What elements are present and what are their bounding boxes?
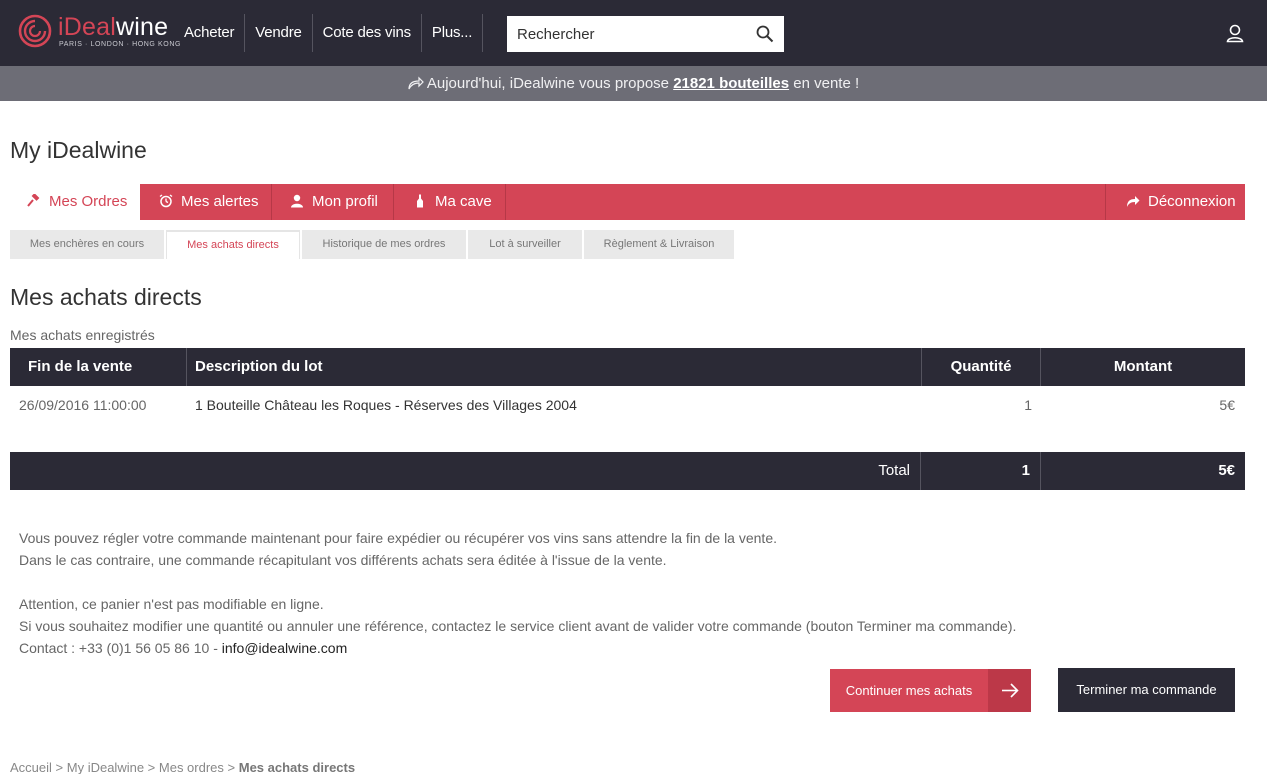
table-row: 26/09/2016 11:00:00 1 Bouteille Château … — [10, 386, 1245, 424]
tab-ma-cave[interactable]: Ma cave — [394, 184, 506, 220]
gavel-icon — [27, 194, 40, 207]
cell-end-date: 26/09/2016 11:00:00 — [19, 397, 147, 413]
logo-swirl-icon — [18, 14, 52, 48]
table-header: Fin de la vente Description du lot Quant… — [10, 348, 1245, 386]
nav-acheter[interactable]: Acheter — [174, 14, 246, 52]
wine-bottle-icon — [417, 194, 423, 208]
col-header-description: Description du lot — [187, 348, 922, 386]
table-total-row: Total 1 5€ — [10, 452, 1245, 490]
order-info-text: Vous pouvez régler votre commande mainte… — [19, 527, 1016, 659]
info-line-1: Vous pouvez régler votre commande mainte… — [19, 530, 777, 546]
promo-bottle-count-link[interactable]: 21821 bouteilles — [673, 75, 789, 92]
info-line-3: Attention, ce panier n'est pas modifiabl… — [19, 596, 324, 612]
nav-plus[interactable]: Plus... — [422, 14, 484, 52]
logout-arrow-icon — [1127, 196, 1140, 207]
contact-email-link[interactable]: info@idealwine.com — [222, 640, 348, 656]
main-nav: Acheter Vendre Cote des vins Plus... — [174, 14, 484, 52]
breadcrumb-my-idealwine[interactable]: My iDealwine — [67, 760, 144, 774]
section-title: Mes achats directs — [10, 284, 202, 310]
breadcrumb-mes-ordres[interactable]: Mes ordres — [159, 760, 224, 774]
col-header-end: Fin de la vente — [10, 348, 187, 386]
promo-prefix: Aujourd'hui, iDealwine vous propose — [426, 75, 674, 92]
col-header-amount: Montant — [1113, 358, 1173, 375]
search-box — [507, 16, 784, 52]
subtab-encheres-en-cours[interactable]: Mes enchères en cours — [10, 230, 164, 259]
total-label: Total — [10, 452, 921, 490]
continue-shopping-button[interactable]: Continuer mes achats — [830, 669, 1031, 712]
info-line-4: Si vous souhaitez modifier une quantité … — [19, 618, 1017, 634]
arrow-right-icon — [988, 669, 1031, 712]
user-account-icon[interactable] — [1225, 23, 1245, 43]
logout-button[interactable]: Déconnexion — [1105, 184, 1245, 220]
breadcrumb-accueil[interactable]: Accueil — [10, 760, 52, 774]
subtab-lot-a-surveiller[interactable]: Lot à surveiller — [468, 230, 582, 259]
account-tabbar: Mes Ordres Mes alertes Mon profil Ma cav… — [10, 184, 1245, 220]
tab-mes-ordres[interactable]: Mes Ordres — [10, 184, 140, 220]
page-title: My iDealwine — [10, 137, 147, 163]
col-header-quantity: Quantité — [922, 348, 1041, 386]
promo-banner: Aujourd'hui, iDealwine vous propose 2182… — [0, 66, 1267, 101]
idealwine-logo[interactable]: iDealwine PARIS · LONDON · HONG KONG — [18, 13, 180, 54]
breadcrumb: Accueil > My iDealwine > Mes ordres > Me… — [10, 760, 356, 774]
breadcrumb-current: Mes achats directs — [238, 760, 356, 774]
nav-vendre[interactable]: Vendre — [245, 14, 313, 52]
finish-order-button[interactable]: Terminer ma commande — [1058, 668, 1235, 712]
subtab-achats-directs[interactable]: Mes achats directs — [166, 230, 300, 259]
top-navbar: iDealwine PARIS · LONDON · HONG KONG Ach… — [0, 0, 1267, 66]
info-line-2: Dans le cas contraire, une commande réca… — [19, 552, 667, 568]
info-contact: Contact : +33 (0)1 56 05 86 10 - info@id… — [19, 640, 348, 656]
search-input[interactable] — [507, 16, 747, 52]
tab-mes-alertes[interactable]: Mes alertes — [140, 184, 272, 220]
profile-person-icon — [291, 194, 303, 208]
logo-tagline: PARIS · LONDON · HONG KONG — [59, 41, 182, 48]
cell-amount: 5€ — [1219, 397, 1235, 413]
cell-description: 1 Bouteille Château les Roques - Réserve… — [195, 397, 577, 413]
search-icon[interactable] — [756, 25, 774, 43]
total-quantity: 1 — [921, 452, 1041, 490]
subtab-historique-ordres[interactable]: Historique de mes ordres — [302, 230, 466, 259]
subtab-reglement-livraison[interactable]: Règlement & Livraison — [584, 230, 734, 259]
alarm-clock-icon — [159, 194, 173, 208]
nav-cote-des-vins[interactable]: Cote des vins — [313, 14, 422, 52]
tab-mon-profil[interactable]: Mon profil — [272, 184, 394, 220]
section-subtitle: Mes achats enregistrés — [10, 327, 155, 343]
share-arrow-icon — [408, 76, 424, 90]
promo-suffix: en vente ! — [789, 75, 860, 92]
total-amount: 5€ — [1218, 462, 1235, 479]
logo-wordmark: iDealwine — [58, 13, 169, 41]
cell-quantity: 1 — [1024, 397, 1032, 413]
